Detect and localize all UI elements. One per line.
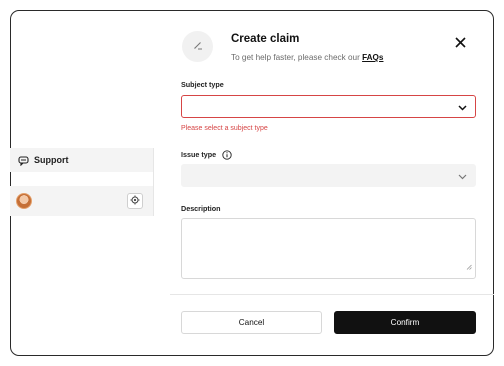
issue-type-label-text: Issue type	[181, 150, 217, 159]
gear-icon	[130, 192, 140, 210]
close-button[interactable]	[452, 36, 468, 52]
cancel-button[interactable]: Cancel	[181, 311, 322, 334]
description-label: Description	[181, 204, 221, 213]
resize-handle-icon[interactable]	[466, 257, 472, 275]
issue-type-select[interactable]	[181, 164, 476, 187]
subject-type-label: Subject type	[181, 80, 224, 89]
close-icon	[454, 35, 466, 53]
faqs-link[interactable]: FAQs	[362, 53, 383, 62]
settings-button[interactable]	[127, 193, 143, 209]
footer-divider	[170, 294, 494, 295]
chevron-down-icon	[458, 167, 467, 185]
info-icon[interactable]	[222, 150, 232, 160]
confirm-button[interactable]: Confirm	[334, 311, 476, 334]
subject-type-select[interactable]	[181, 95, 476, 118]
sidebar-item-label: Support	[34, 155, 69, 165]
edit-icon-badge	[182, 31, 213, 62]
sidebar-item-support[interactable]: Support	[10, 148, 153, 172]
modal-title: Create claim	[231, 33, 300, 45]
modal-subtitle: To get help faster, please check our FAQ…	[231, 53, 383, 62]
chat-bubble-icon	[18, 155, 29, 166]
issue-type-label: Issue type	[181, 150, 232, 160]
sidebar-user-row	[10, 186, 153, 216]
pencil-icon	[192, 38, 204, 56]
avatar[interactable]	[16, 193, 32, 209]
sidebar-divider	[153, 148, 154, 216]
subject-type-error: Please select a subject type	[181, 125, 268, 132]
description-textarea[interactable]	[181, 218, 476, 279]
chevron-down-icon	[458, 98, 467, 116]
subtitle-text: To get help faster, please check our	[231, 53, 363, 62]
